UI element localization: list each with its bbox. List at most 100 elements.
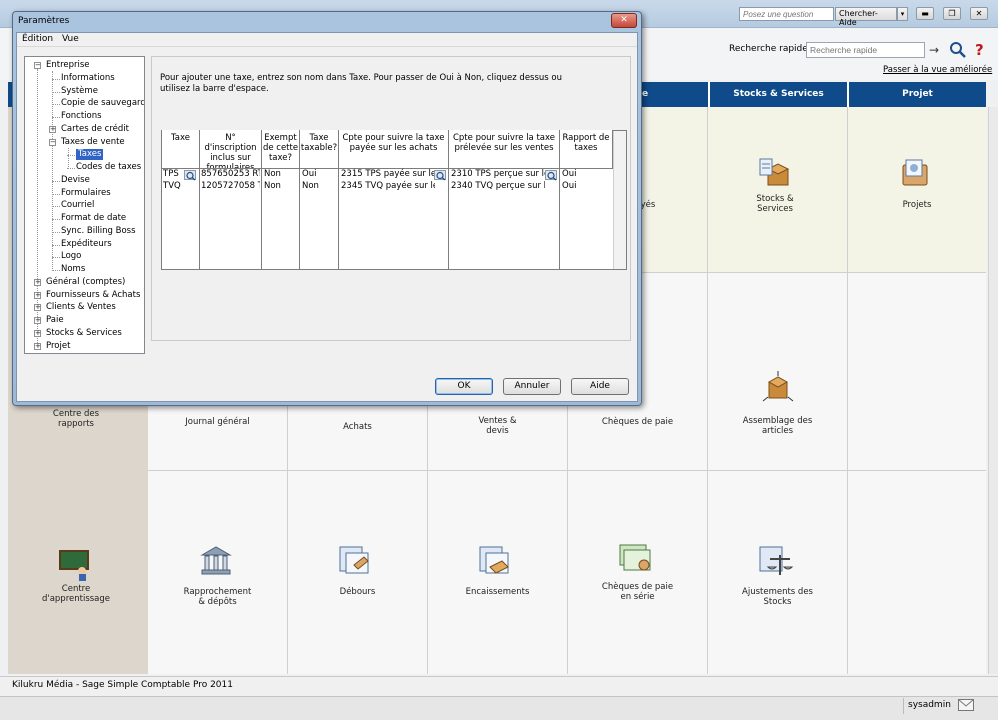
tree-item[interactable]: Sync. Billing Boss — [61, 226, 136, 237]
tree-expander-icon[interactable]: − — [34, 62, 41, 69]
module-tab-projet[interactable]: Projet — [847, 82, 986, 107]
tree-item[interactable]: Format de date — [61, 213, 126, 224]
help-question-input[interactable] — [739, 7, 834, 21]
tile-label-receipts[interactable]: Encaissements — [428, 587, 567, 597]
tree-item[interactable]: Courriel — [61, 200, 94, 211]
tree-item[interactable]: Taxes — [76, 149, 104, 161]
menu-edition[interactable]: Édition — [22, 34, 53, 44]
batch-paycheques-icon[interactable] — [618, 541, 654, 577]
payments-icon[interactable] — [338, 543, 374, 579]
table-cell[interactable]: TVQ — [163, 180, 184, 192]
col-header-registration: N° d'inscription inclus sur formulaires — [200, 130, 262, 168]
tree-item[interactable]: Fournisseurs & Achats — [46, 290, 140, 301]
learning-centre-icon[interactable] — [58, 545, 94, 581]
menu-vue[interactable]: Vue — [62, 34, 79, 44]
tree-item[interactable]: Cartes de crédit — [61, 124, 129, 135]
tree-expander-icon[interactable]: + — [34, 291, 41, 299]
ok-button[interactable]: OK — [435, 378, 493, 395]
tree-item[interactable]: Noms — [61, 264, 85, 275]
receipts-icon[interactable] — [478, 543, 514, 579]
tile-label-reconciliation[interactable]: Rapprochement & dépôts — [148, 587, 287, 607]
tile-label-report-centre[interactable]: Centre des rapports — [20, 409, 132, 429]
tree-item[interactable]: Expéditeurs — [61, 239, 112, 250]
tree-expander-icon[interactable]: + — [49, 125, 56, 133]
tile-label-paycheques[interactable]: Chèques de paie — [568, 417, 707, 427]
table-cell[interactable]: 2340 TVQ perçue sur les ventes — [451, 180, 545, 192]
table-cell[interactable]: 857650253 RT0001 — [201, 168, 260, 180]
minimize-button[interactable]: ▬ — [916, 7, 934, 20]
settings-tree[interactable]: − Entreprise Informations Système Copie de s… — [24, 56, 145, 354]
tree-expander-icon[interactable]: + — [34, 342, 41, 350]
table-cell[interactable]: 1205727058 TQ0001 — [201, 180, 260, 192]
item-assembly-icon[interactable] — [760, 370, 796, 406]
tree-expander-icon[interactable]: + — [34, 278, 41, 286]
account-lookup-icon[interactable] — [545, 170, 557, 181]
tax-lookup-icon[interactable] — [184, 170, 196, 181]
module-tab-stocks[interactable]: Stocks & Services — [708, 82, 847, 107]
tree-item[interactable]: Taxes de vente — [61, 137, 125, 148]
table-cell[interactable]: 2315 TPS payée sur les achats — [341, 168, 435, 180]
tree-item[interactable]: Fonctions — [61, 111, 102, 122]
main-close-button[interactable]: ✕ — [970, 7, 988, 20]
mail-icon[interactable] — [958, 699, 974, 711]
col-header-tax: Taxe — [162, 130, 200, 168]
tile-label-sales-quotes[interactable]: Ventes & devis — [428, 416, 567, 436]
table-cell[interactable]: Oui — [562, 180, 608, 192]
table-scrollbar[interactable] — [613, 131, 626, 269]
tree-item[interactable]: Logo — [61, 251, 81, 262]
tree-item[interactable]: Paie — [46, 315, 64, 326]
cancel-button[interactable]: Annuler — [503, 378, 561, 395]
tree-item[interactable]: Devise — [61, 175, 90, 186]
table-cell[interactable]: 2310 TPS perçue sur les ventes — [451, 168, 545, 180]
tile-label-item-assembly[interactable]: Assemblage des articles — [708, 416, 847, 436]
tree-item[interactable]: Système — [61, 86, 98, 97]
table-cell[interactable]: Oui — [302, 168, 337, 180]
search-go-icon[interactable]: → — [929, 43, 939, 57]
tree-item[interactable]: Entreprise — [46, 60, 90, 71]
inventory-adjustments-icon[interactable] — [758, 543, 794, 579]
tree-expander-icon[interactable]: − — [49, 138, 56, 146]
reconciliation-icon[interactable] — [198, 543, 234, 579]
tree-expander-icon[interactable]: + — [34, 317, 41, 324]
dialog-close-button[interactable]: ✕ — [611, 13, 637, 28]
improved-view-link[interactable]: Passer à la vue améliorée — [883, 65, 992, 75]
tile-label-payments[interactable]: Débours — [288, 587, 427, 597]
tree-expander-icon[interactable]: + — [34, 304, 41, 312]
tree-item[interactable]: Clients & Ventes — [46, 302, 116, 313]
help-button[interactable]: Aide — [571, 378, 629, 395]
tree-item[interactable]: Formulaires — [61, 188, 111, 199]
tile-label-purchases[interactable]: Achats — [288, 422, 427, 432]
table-cell[interactable]: TPS — [163, 168, 184, 180]
magnifier-icon[interactable] — [948, 40, 968, 60]
search-help-button[interactable]: Chercher-Aide — [835, 7, 897, 27]
tile-label-batch-paycheques[interactable]: Chèques de paie en série — [568, 582, 707, 602]
col-header-taxable: Taxe taxable? — [300, 130, 339, 168]
quick-search-input[interactable] — [806, 42, 925, 58]
tree-item[interactable]: Copie de sauvegarde — [61, 98, 144, 109]
tree-item[interactable]: Stocks & Services — [46, 328, 122, 339]
stocks-services-icon[interactable] — [756, 155, 792, 191]
quick-search-label: Recherche rapide — [729, 44, 808, 54]
table-cell[interactable]: Oui — [562, 168, 608, 180]
tree-item[interactable]: Projet — [46, 341, 70, 352]
projects-icon[interactable] — [897, 155, 933, 191]
main-vertical-scrollbar[interactable] — [988, 107, 998, 674]
table-cell[interactable]: Non — [302, 180, 337, 192]
tile-label-general-journal[interactable]: Journal général — [148, 417, 287, 427]
table-cell[interactable]: 2345 TVQ payée sur les achats — [341, 180, 435, 192]
restore-button[interactable]: ❐ — [943, 7, 961, 20]
table-cell[interactable]: Non — [264, 168, 298, 180]
dialog-title: Paramètres — [18, 16, 70, 26]
table-cell[interactable]: Non — [264, 180, 298, 192]
tree-item[interactable]: Codes de taxes — [76, 162, 141, 173]
tree-item[interactable]: Général (comptes) — [46, 277, 125, 288]
help-dropdown-button[interactable]: ▾ — [897, 7, 908, 21]
tree-expander-icon[interactable]: + — [34, 329, 41, 337]
tile-label-projets[interactable]: Projets — [882, 200, 952, 210]
tile-label-stocks-services[interactable]: Stocks & Services — [740, 194, 810, 214]
tile-label-inventory-adjustments[interactable]: Ajustements des Stocks — [708, 587, 847, 607]
tree-item[interactable]: Informations — [61, 73, 115, 84]
account-lookup-icon[interactable] — [434, 170, 446, 181]
tile-label-learning-centre[interactable]: Centre d'apprentissage — [20, 584, 132, 604]
help-icon[interactable]: ? — [975, 41, 984, 59]
